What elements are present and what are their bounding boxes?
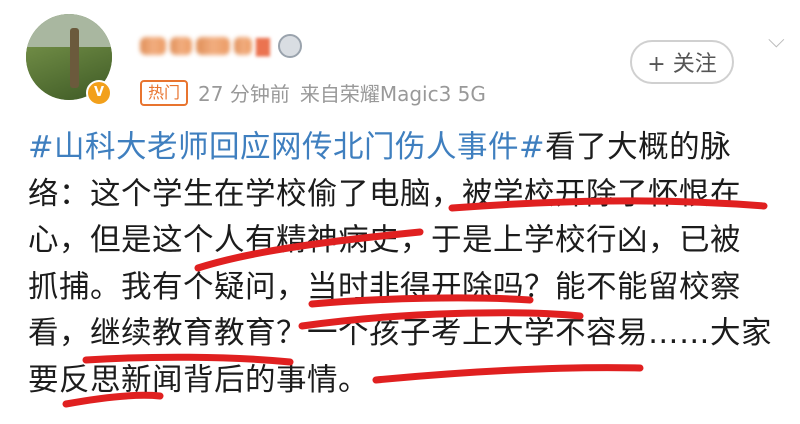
username-blur-3 (196, 37, 230, 55)
username-blur-1 (140, 37, 166, 55)
chevron-down-icon[interactable]: ⌵ (768, 28, 785, 53)
post-line: #山科大老师回应网传北门伤人事件#看了大概的脉 (28, 125, 788, 172)
post-meta: 热门 27 分钟前 来自荣耀Magic3 5G (140, 78, 486, 107)
username-fragment: ▇ (256, 35, 270, 57)
post-time: 27 分钟前 (198, 82, 290, 106)
topic-link[interactable]: #山科大老师回应网传北门伤人事件# (28, 130, 545, 165)
post-source: 来自荣耀Magic3 5G (299, 82, 486, 106)
follow-button[interactable]: + 关注 (630, 40, 734, 84)
medal-icon (277, 34, 302, 58)
post-line: 要反思新闻背后的事情。 (28, 362, 369, 398)
verified-badge-icon: V (86, 80, 112, 106)
post-body: #山科大老师回应网传北门伤人事件#看了大概的脉 络：这个学生在学校偷了电脑，被学… (28, 125, 788, 404)
post-line: 看，继续教育教育？一个孩子考上大学不容易……大家 (28, 316, 772, 351)
avatar-pole (70, 28, 79, 88)
username-blur-2 (170, 37, 192, 55)
post-text: 看了大概的脉 (545, 130, 732, 165)
username-obscured[interactable]: ▇ (140, 34, 302, 58)
avatar-sky (26, 14, 112, 47)
post-line: 心，但是这个人有精神病史，于是上学校行凶，已被 (28, 223, 741, 258)
hot-tag: 热门 (140, 79, 189, 106)
post-line: 络：这个学生在学校偷了电脑，被学校开除了怀恨在 (28, 176, 741, 212)
post-line: 抓捕。我有个疑问，当时非得开除吗？能不能留校察 (28, 269, 741, 305)
username-blur-4 (234, 37, 252, 55)
